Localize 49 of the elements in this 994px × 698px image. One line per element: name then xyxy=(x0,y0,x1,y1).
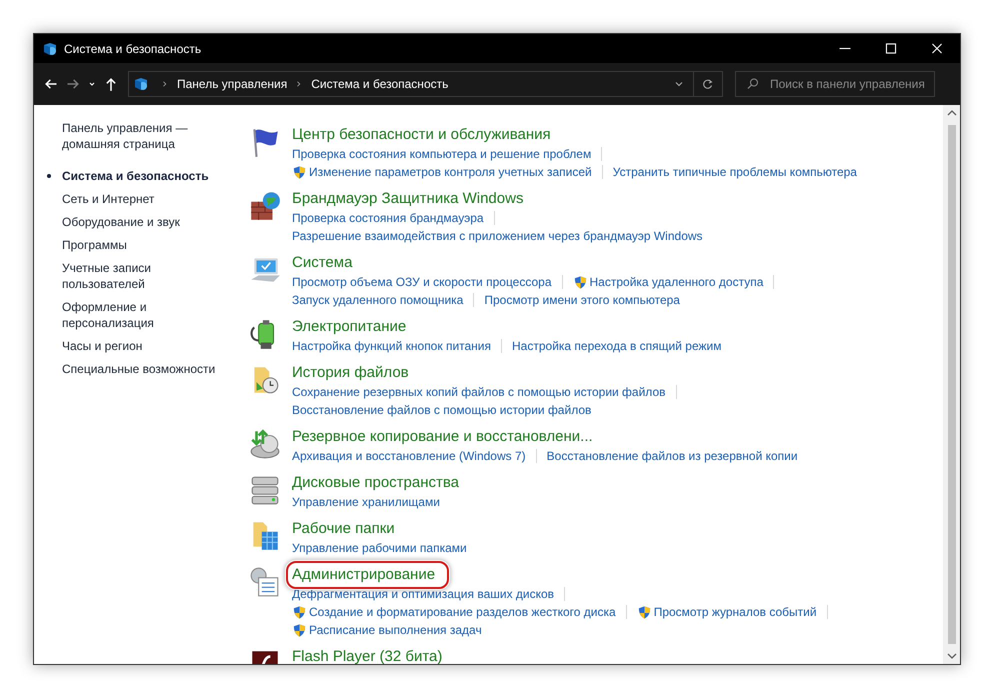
window-title: Система и безопасность xyxy=(64,42,202,56)
sidebar-item[interactable]: Оборудование и звук xyxy=(47,214,227,230)
scrollbar-thumb[interactable] xyxy=(948,125,956,644)
task-link[interactable]: Устранить типичные проблемы компьютера xyxy=(612,165,857,179)
breadcrumb-item[interactable]: Система и безопасность xyxy=(311,77,448,91)
scrollbar[interactable] xyxy=(943,105,960,664)
search-field[interactable]: Поиск в панели управления xyxy=(735,71,935,97)
category-title[interactable]: История файлов xyxy=(292,363,409,383)
category-title[interactable]: Электропитание xyxy=(292,317,406,337)
task-link[interactable]: Восстановление файлов с помощью истории файлов xyxy=(292,403,592,417)
task-link[interactable]: Восстановление файлов из резервной копии xyxy=(546,449,798,463)
task-link[interactable]: Расписание выполнения задач xyxy=(309,623,482,637)
task-link[interactable]: Управление рабочими папками xyxy=(292,541,467,555)
category-title[interactable]: Flash Player (32 бита) xyxy=(292,647,442,664)
sidebar-item[interactable]: Учетные записи пользователей xyxy=(47,260,227,292)
task-link[interactable]: Просмотр объема ОЗУ и скорости процессора xyxy=(292,275,552,289)
category-title[interactable]: Система xyxy=(292,253,352,273)
category-title[interactable]: Рабочие папки xyxy=(292,519,395,539)
task-link[interactable]: Изменение параметров контроля учетных записей xyxy=(309,165,592,179)
sidebar-item[interactable]: Программы xyxy=(47,237,227,253)
address-field[interactable]: Панель управления Система и безопасность xyxy=(128,71,723,97)
task-link[interactable]: Настройка удаленного доступа xyxy=(590,275,764,289)
task-link[interactable]: Настройка перехода в спящий режим xyxy=(512,339,722,353)
brick-wall-globe-icon xyxy=(248,189,282,223)
category-title[interactable]: Администрирование xyxy=(290,565,446,585)
task-link[interactable]: Сохранение резервных копий файлов с помощью истории файлов xyxy=(292,385,666,399)
task-link[interactable]: Архивация и восстановление (Windows 7) xyxy=(292,449,526,463)
backup-drive-icon xyxy=(248,427,282,461)
task-link[interactable]: Просмотр журналов событий xyxy=(654,605,817,619)
sidebar-item[interactable]: Оформление и персонализация xyxy=(47,299,227,331)
task-link[interactable]: Запуск удаленного помощника xyxy=(292,293,464,307)
task-link[interactable]: Дефрагментация и оптимизация ваших дисков xyxy=(292,587,554,601)
sidebar-item[interactable]: Часы и регион xyxy=(47,338,227,354)
sidebar-item[interactable]: Панель управления — домашняя страница xyxy=(47,120,227,152)
task-link[interactable]: Разрешение взаимодействия с приложением через брандмауэр Windows xyxy=(292,229,703,243)
task-link[interactable]: Проверка состояния компьютера и решение проблем xyxy=(292,147,592,161)
task-link[interactable]: Проверка состояния брандмауэра xyxy=(292,211,484,225)
task-link[interactable]: Настройка функций кнопок питания xyxy=(292,339,492,353)
task-link[interactable]: Управление хранилищами xyxy=(292,495,440,509)
category-title[interactable]: Резервное копирование и восстановлени... xyxy=(292,427,593,447)
category-title[interactable]: Центр безопасности и обслуживания xyxy=(292,125,551,145)
sidebar-item[interactable]: Специальные возможности xyxy=(47,361,227,377)
sidebar-item[interactable]: Сеть и Интернет xyxy=(47,191,227,207)
breadcrumb-item[interactable]: Панель управления xyxy=(177,77,288,91)
task-link[interactable]: Создание и форматирование разделов жесткого диска xyxy=(309,605,616,619)
category-title[interactable]: Брандмауэр Защитника Windows xyxy=(292,189,524,209)
category-title[interactable]: Дисковые пространства xyxy=(292,473,460,493)
task-link[interactable]: Просмотр имени этого компьютера xyxy=(484,293,680,307)
sidebar-item[interactable]: Система и безопасность xyxy=(47,168,227,184)
